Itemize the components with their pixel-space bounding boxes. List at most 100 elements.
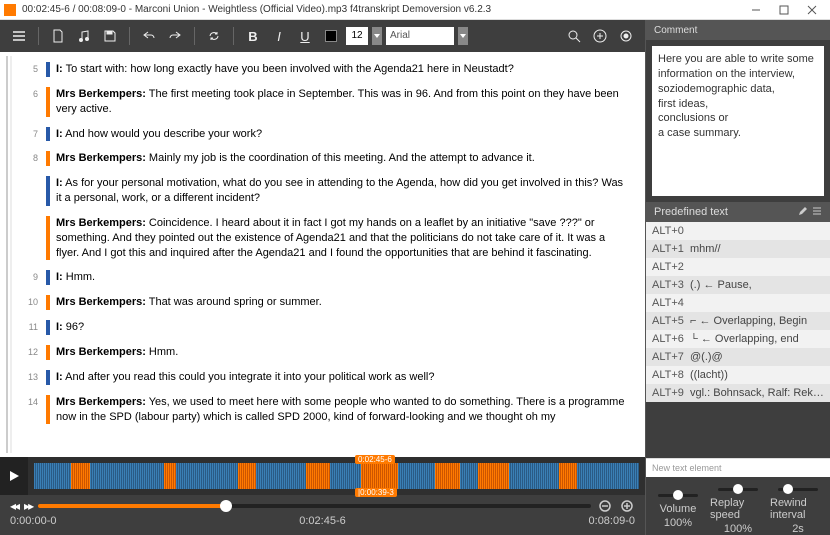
transcript-paragraph[interactable]: 14Mrs Berkempers: Yes, we used to meet h… [22, 395, 637, 425]
predef-value: ⌐ ← Overlapping, Begin [690, 315, 830, 327]
predef-row[interactable]: ALT+0 [646, 222, 830, 240]
time-current: 0:02:45-6 [56, 515, 588, 527]
utterance-text: As for your personal motivation, what do… [56, 177, 623, 204]
speaker-gutter [46, 295, 50, 310]
window-titlebar: 00:02:45-6 / 00:08:09-0 - Marconi Union … [0, 0, 830, 20]
transcript-paragraph[interactable]: 9I: Hmm. [22, 270, 637, 285]
predef-row[interactable]: ALT+8((lacht)) [646, 366, 830, 384]
speaker-label: Mrs Berkempers: [56, 88, 146, 100]
speed-slider[interactable] [718, 488, 758, 491]
transcript-paragraph[interactable]: 10Mrs Berkempers: That was around spring… [22, 295, 637, 310]
line-number: 13 [22, 370, 38, 385]
speaker-label: Mrs Berkempers: [56, 152, 146, 164]
font-size-input[interactable]: 12 [346, 27, 368, 45]
predef-row[interactable]: ALT+9vgl.: Bohnsack, Ralf: Rekonstruktiv… [646, 384, 830, 402]
predef-value: └ ← Overlapping, end [690, 333, 830, 345]
volume-slider[interactable] [658, 494, 698, 497]
predef-key: ALT+8 [646, 369, 690, 381]
line-number: 9 [22, 270, 38, 285]
underline-button[interactable]: U [294, 25, 316, 47]
add-icon[interactable] [589, 25, 611, 47]
transcript-paragraph[interactable]: 6Mrs Berkempers: The first meeting took … [22, 87, 637, 117]
predef-row[interactable]: ALT+7@(.)@ [646, 348, 830, 366]
comment-box[interactable]: Here you are able to write some informat… [652, 46, 824, 196]
predef-key: ALT+9 [646, 387, 690, 399]
speaker-gutter [46, 62, 50, 77]
rewind-button[interactable]: ◂◂ [10, 499, 18, 513]
utterance-text: 96? [63, 321, 84, 333]
font-family-dropdown[interactable] [458, 27, 468, 45]
predef-row[interactable]: ALT+4 [646, 294, 830, 312]
predefined-header: Predefined text [654, 206, 728, 218]
sync-icon[interactable] [203, 25, 225, 47]
predef-row[interactable]: ALT+6└ ← Overlapping, end [646, 330, 830, 348]
minimize-button[interactable] [742, 1, 770, 19]
speaker-gutter [46, 320, 50, 335]
target-icon[interactable] [615, 25, 637, 47]
progress-slider[interactable] [38, 504, 591, 508]
font-family-input[interactable]: Arial [386, 27, 454, 45]
transcript-paragraph[interactable]: Mrs Berkempers: Coincidence. I heard abo… [22, 216, 637, 261]
predefined-panel: Predefined text ALT+0 ALT+1mhm// ALT+2 ALT+… [646, 202, 830, 477]
forward-button[interactable]: ▸▸ [24, 499, 32, 513]
speaker-label: I: [56, 177, 63, 189]
speaker-gutter [46, 127, 50, 142]
predef-key: ALT+3 [646, 279, 690, 291]
play-button[interactable] [0, 457, 28, 495]
predef-key: ALT+2 [646, 261, 690, 273]
document-icon[interactable] [47, 25, 69, 47]
speaker-gutter [46, 216, 50, 261]
new-text-element[interactable]: New text element [646, 458, 830, 477]
maximize-button[interactable] [770, 1, 798, 19]
line-number: 14 [22, 395, 38, 425]
save-icon[interactable] [99, 25, 121, 47]
transcript-paragraph[interactable]: 12Mrs Berkempers: Hmm. [22, 345, 637, 360]
waveform[interactable]: 0:02:45-6 |0:00:39-3 [28, 457, 645, 495]
italic-button[interactable]: I [268, 25, 290, 47]
zoom-in-button[interactable] [619, 498, 635, 514]
transcript-paragraph[interactable]: 7I: And how would you describe your work… [22, 127, 637, 142]
transcript-paragraph[interactable]: 5I: To start with: how long exactly have… [22, 62, 637, 77]
close-button[interactable] [798, 1, 826, 19]
predef-value: (.) ← Pause, [690, 279, 830, 291]
speaker-label: Mrs Berkempers: [56, 217, 146, 229]
utterance-text: Hmm. [146, 346, 178, 358]
predef-row[interactable]: ALT+2 [646, 258, 830, 276]
predef-edit-icon[interactable] [798, 206, 808, 219]
predef-row[interactable]: ALT+5⌐ ← Overlapping, Begin [646, 312, 830, 330]
search-icon[interactable] [563, 25, 585, 47]
predef-key: ALT+0 [646, 225, 690, 237]
menu-icon[interactable] [8, 25, 30, 47]
utterance-text: And how would you describe your work? [63, 128, 262, 140]
redo-icon[interactable] [164, 25, 186, 47]
volume-label: Volume [660, 503, 697, 515]
bold-button[interactable]: B [242, 25, 264, 47]
predef-menu-icon[interactable] [812, 206, 822, 219]
undo-icon[interactable] [138, 25, 160, 47]
speed-label: Replay speed [710, 497, 766, 521]
font-size-dropdown[interactable] [372, 27, 382, 45]
time-end: 0:08:09-0 [589, 515, 635, 527]
rewind-slider[interactable] [778, 488, 818, 491]
predef-row[interactable]: ALT+3(.) ← Pause, [646, 276, 830, 294]
transcript-paragraph[interactable]: 8Mrs Berkempers: Mainly my job is the co… [22, 151, 637, 166]
transcript-paragraph[interactable]: I: As for your personal motivation, what… [22, 176, 637, 206]
speaker-label: Mrs Berkempers: [56, 396, 146, 408]
color-swatch[interactable] [320, 25, 342, 47]
speed-value: 100% [724, 523, 752, 535]
speaker-gutter [46, 176, 50, 206]
predef-row[interactable]: ALT+1mhm// [646, 240, 830, 258]
predef-key: ALT+4 [646, 297, 690, 309]
utterance-text: Hmm. [63, 271, 95, 283]
line-number: 8 [22, 151, 38, 166]
music-icon[interactable] [73, 25, 95, 47]
zoom-out-button[interactable] [597, 498, 613, 514]
transcript-paragraph[interactable]: 13I: And after you read this could you i… [22, 370, 637, 385]
line-number: 7 [22, 127, 38, 142]
speaker-gutter [46, 270, 50, 285]
playback-controls: Volume 100% Replay speed 100% Rewind int… [646, 483, 830, 535]
utterance-text: That was around spring or summer. [146, 296, 322, 308]
transcript-paragraph[interactable]: 11I: 96? [22, 320, 637, 335]
line-number [22, 176, 38, 206]
transcript-area[interactable]: 5I: To start with: how long exactly have… [0, 52, 645, 457]
